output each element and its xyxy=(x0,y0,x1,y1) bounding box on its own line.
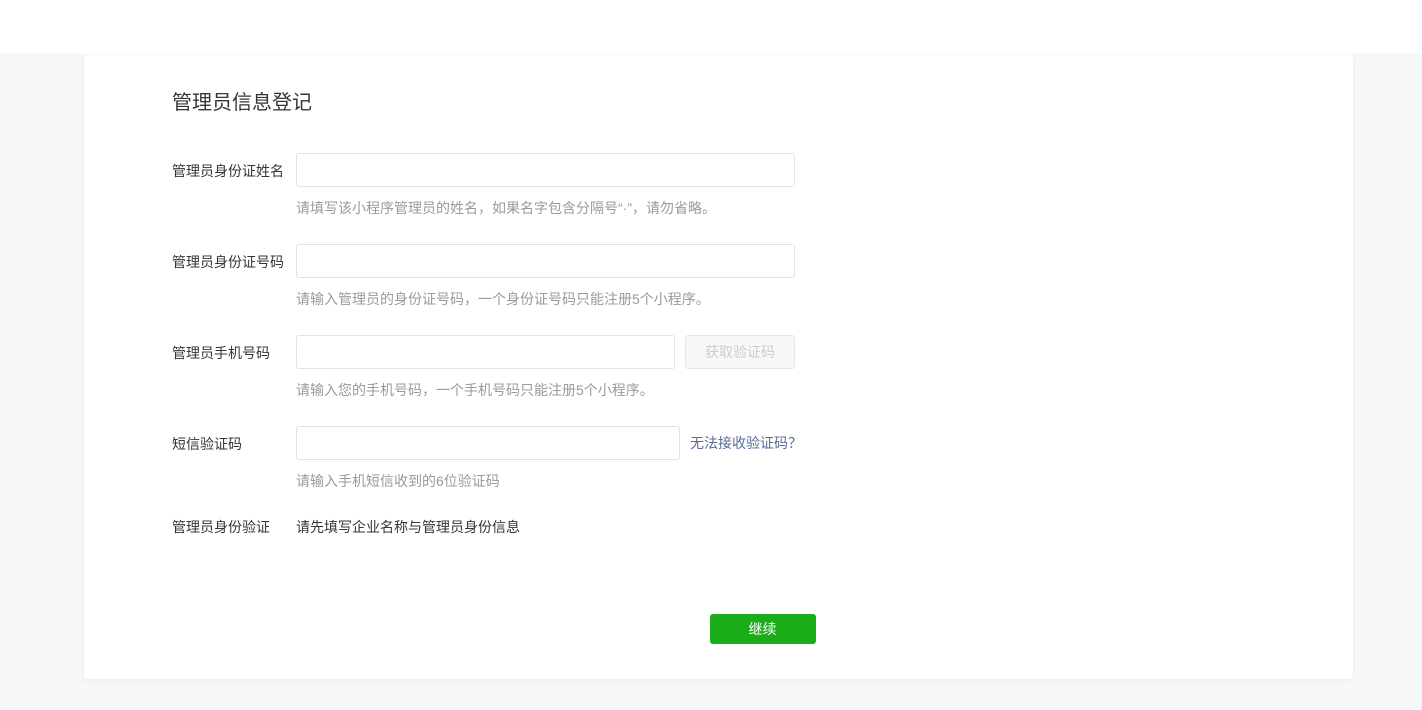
field-help-text: 请填写该小程序管理员的姓名，如果名字包含分隔号“·”，请勿省略。 xyxy=(296,198,1353,218)
field-help-text: 请输入您的手机号码，一个手机号码只能注册5个小程序。 xyxy=(296,380,1353,400)
admin-info-form: 管理员身份证姓名 请填写该小程序管理员的姓名，如果名字包含分隔号“·”，请勿省略… xyxy=(172,153,1353,537)
page-background: 管理员信息登记 管理员身份证姓名 请填写该小程序管理员的姓名，如果名字包含分隔号… xyxy=(0,54,1422,710)
form-row-admin-id-number: 管理员身份证号码 请输入管理员的身份证号码，一个身份证号码只能注册5个小程序。 xyxy=(172,244,1353,309)
top-header-bar xyxy=(0,0,1422,54)
field-help-text: 请输入管理员的身份证号码，一个身份证号码只能注册5个小程序。 xyxy=(296,289,1353,309)
field-label: 管理员身份证姓名 xyxy=(172,153,296,181)
registration-card: 管理员信息登记 管理员身份证姓名 请填写该小程序管理员的姓名，如果名字包含分隔号… xyxy=(84,54,1353,679)
get-verification-code-button[interactable]: 获取验证码 xyxy=(685,335,795,369)
submit-row: 继续 xyxy=(172,614,1353,644)
admin-id-number-input[interactable] xyxy=(296,244,795,278)
cannot-receive-code-link[interactable]: 无法接收验证码？ xyxy=(690,433,802,453)
admin-id-name-input[interactable] xyxy=(296,153,795,187)
field-label: 管理员身份验证 xyxy=(172,517,296,537)
field-label: 短信验证码 xyxy=(172,426,296,454)
form-row-sms-code: 短信验证码 无法接收验证码？ 请输入手机短信收到的6位验证码 xyxy=(172,426,1353,491)
form-row-admin-id-name: 管理员身份证姓名 请填写该小程序管理员的姓名，如果名字包含分隔号“·”，请勿省略… xyxy=(172,153,1353,218)
page-title: 管理员信息登记 xyxy=(172,92,1353,114)
field-label: 管理员身份证号码 xyxy=(172,244,296,272)
sms-code-input[interactable] xyxy=(296,426,680,460)
continue-button[interactable]: 继续 xyxy=(710,614,816,644)
admin-phone-input[interactable] xyxy=(296,335,675,369)
form-row-admin-phone: 管理员手机号码 获取验证码 请输入您的手机号码，一个手机号码只能注册5个小程序。 xyxy=(172,335,1353,400)
field-label: 管理员手机号码 xyxy=(172,335,296,363)
form-row-identity-verify: 管理员身份验证 请先填写企业名称与管理员身份信息 xyxy=(172,517,1353,537)
field-help-text: 请输入手机短信收到的6位验证码 xyxy=(296,471,1353,491)
identity-verify-hint: 请先填写企业名称与管理员身份信息 xyxy=(296,517,1353,537)
